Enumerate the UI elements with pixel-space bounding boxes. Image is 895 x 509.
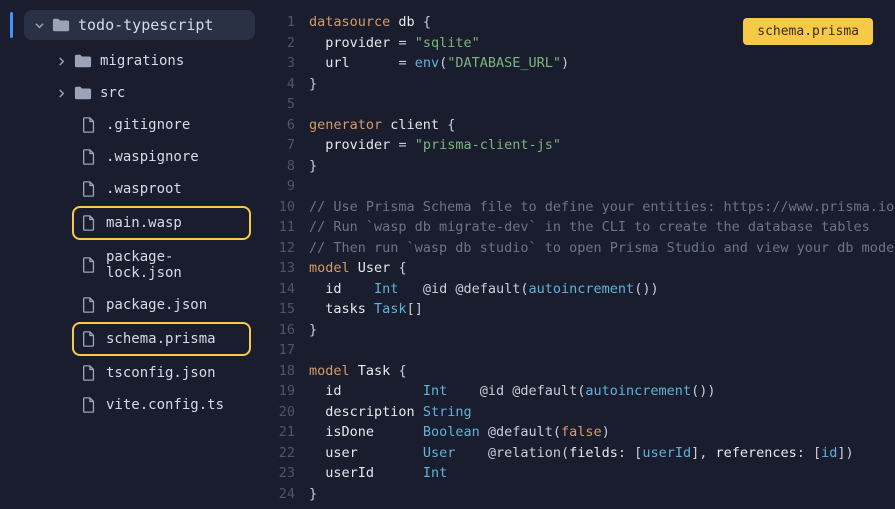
- tree-item-label: .gitignore: [106, 117, 190, 133]
- code-line: url = env("DATABASE_URL"): [309, 53, 895, 74]
- tree-folder-src[interactable]: src: [0, 78, 255, 108]
- tree-folder-migrations[interactable]: migrations: [0, 46, 255, 76]
- tree-file-package-lock-json[interactable]: package-lock.json: [0, 242, 255, 288]
- code-line: generator client {: [309, 115, 895, 136]
- code-line: tasks Task[]: [309, 299, 895, 320]
- file-icon: [80, 117, 98, 133]
- chevron-right-icon: [56, 56, 66, 66]
- line-number: 13: [265, 258, 295, 279]
- folder-icon: [52, 17, 70, 33]
- tree-file--wasproot[interactable]: .wasproot: [0, 174, 255, 204]
- tree-file-vite-config-ts[interactable]: vite.config.ts: [0, 390, 255, 420]
- tree-item-label: migrations: [100, 53, 184, 69]
- file-icon: [80, 397, 98, 413]
- tree-item-label: .waspignore: [106, 149, 199, 165]
- line-number: 2: [265, 33, 295, 54]
- file-icon: [80, 215, 98, 231]
- file-icon: [80, 297, 98, 313]
- tree-root-label: todo-typescript: [78, 16, 213, 34]
- code-line: description String: [309, 402, 895, 423]
- tree-file-main-wasp[interactable]: main.wasp: [72, 206, 251, 240]
- line-number: 6: [265, 115, 295, 136]
- line-number: 3: [265, 53, 295, 74]
- code-editor[interactable]: schema.prisma 12345678910111213141516171…: [265, 0, 895, 509]
- code-line: [309, 176, 895, 197]
- tree-item-label: schema.prisma: [106, 331, 216, 347]
- line-gutter: 123456789101112131415161718192021222324: [265, 12, 309, 504]
- code-line: id Int @id @default(autoincrement()): [309, 381, 895, 402]
- code-line: [309, 94, 895, 115]
- code-block: 123456789101112131415161718192021222324 …: [265, 12, 895, 504]
- file-icon: [80, 365, 98, 381]
- file-icon: [80, 149, 98, 165]
- filename-badge: schema.prisma: [743, 18, 873, 45]
- code-line: id Int @id @default(autoincrement()): [309, 279, 895, 300]
- line-number: 18: [265, 361, 295, 382]
- folder-icon: [74, 53, 92, 69]
- code-line: [309, 340, 895, 361]
- line-number: 17: [265, 340, 295, 361]
- tree-item-label: main.wasp: [106, 215, 182, 231]
- code-line: user User @relation(fields: [userId], re…: [309, 443, 895, 464]
- line-number: 8: [265, 156, 295, 177]
- file-icon: [80, 331, 98, 347]
- tree-item-label: .wasproot: [106, 181, 182, 197]
- code-line: model Task {: [309, 361, 895, 382]
- folder-icon: [74, 85, 92, 101]
- tree-root[interactable]: todo-typescript: [24, 10, 255, 40]
- tree-file--gitignore[interactable]: .gitignore: [0, 110, 255, 140]
- line-number: 11: [265, 217, 295, 238]
- code-line: isDone Boolean @default(false): [309, 422, 895, 443]
- tree-file-package-json[interactable]: package.json: [0, 290, 255, 320]
- line-number: 9: [265, 176, 295, 197]
- line-number: 21: [265, 422, 295, 443]
- line-number: 1: [265, 12, 295, 33]
- line-number: 19: [265, 381, 295, 402]
- code-line: }: [309, 484, 895, 505]
- code-line: }: [309, 320, 895, 341]
- tree-file-schema-prisma[interactable]: schema.prisma: [72, 322, 251, 356]
- tree-file-tsconfig-json[interactable]: tsconfig.json: [0, 358, 255, 388]
- code-line: }: [309, 74, 895, 95]
- file-icon: [80, 181, 98, 197]
- line-number: 15: [265, 299, 295, 320]
- active-indicator: [10, 12, 13, 38]
- line-number: 5: [265, 94, 295, 115]
- tree-item-label: src: [100, 85, 125, 101]
- line-number: 23: [265, 463, 295, 484]
- line-number: 12: [265, 238, 295, 259]
- file-tree-sidebar: todo-typescript migrations src .gitignore.…: [0, 0, 265, 509]
- code-lines: datasource db { provider = "sqlite" url …: [309, 12, 895, 504]
- tree-item-label: package.json: [106, 297, 207, 313]
- line-number: 7: [265, 135, 295, 156]
- line-number: 22: [265, 443, 295, 464]
- code-line: // Run `wasp db migrate-dev` in the CLI …: [309, 217, 895, 238]
- code-line: }: [309, 156, 895, 177]
- line-number: 20: [265, 402, 295, 423]
- tree-item-label: tsconfig.json: [106, 365, 216, 381]
- code-line: provider = "prisma-client-js": [309, 135, 895, 156]
- line-number: 24: [265, 484, 295, 505]
- tree-item-label: package-lock.json: [106, 249, 245, 281]
- chevron-down-icon: [34, 20, 44, 30]
- line-number: 4: [265, 74, 295, 95]
- tree-file--waspignore[interactable]: .waspignore: [0, 142, 255, 172]
- line-number: 14: [265, 279, 295, 300]
- line-number: 16: [265, 320, 295, 341]
- line-number: 10: [265, 197, 295, 218]
- chevron-right-icon: [56, 88, 66, 98]
- code-line: model User {: [309, 258, 895, 279]
- code-line: // Then run `wasp db studio` to open Pri…: [309, 238, 895, 259]
- code-line: // Use Prisma Schema file to define your…: [309, 197, 895, 218]
- tree-item-label: vite.config.ts: [106, 397, 224, 413]
- file-icon: [80, 257, 98, 273]
- code-line: userId Int: [309, 463, 895, 484]
